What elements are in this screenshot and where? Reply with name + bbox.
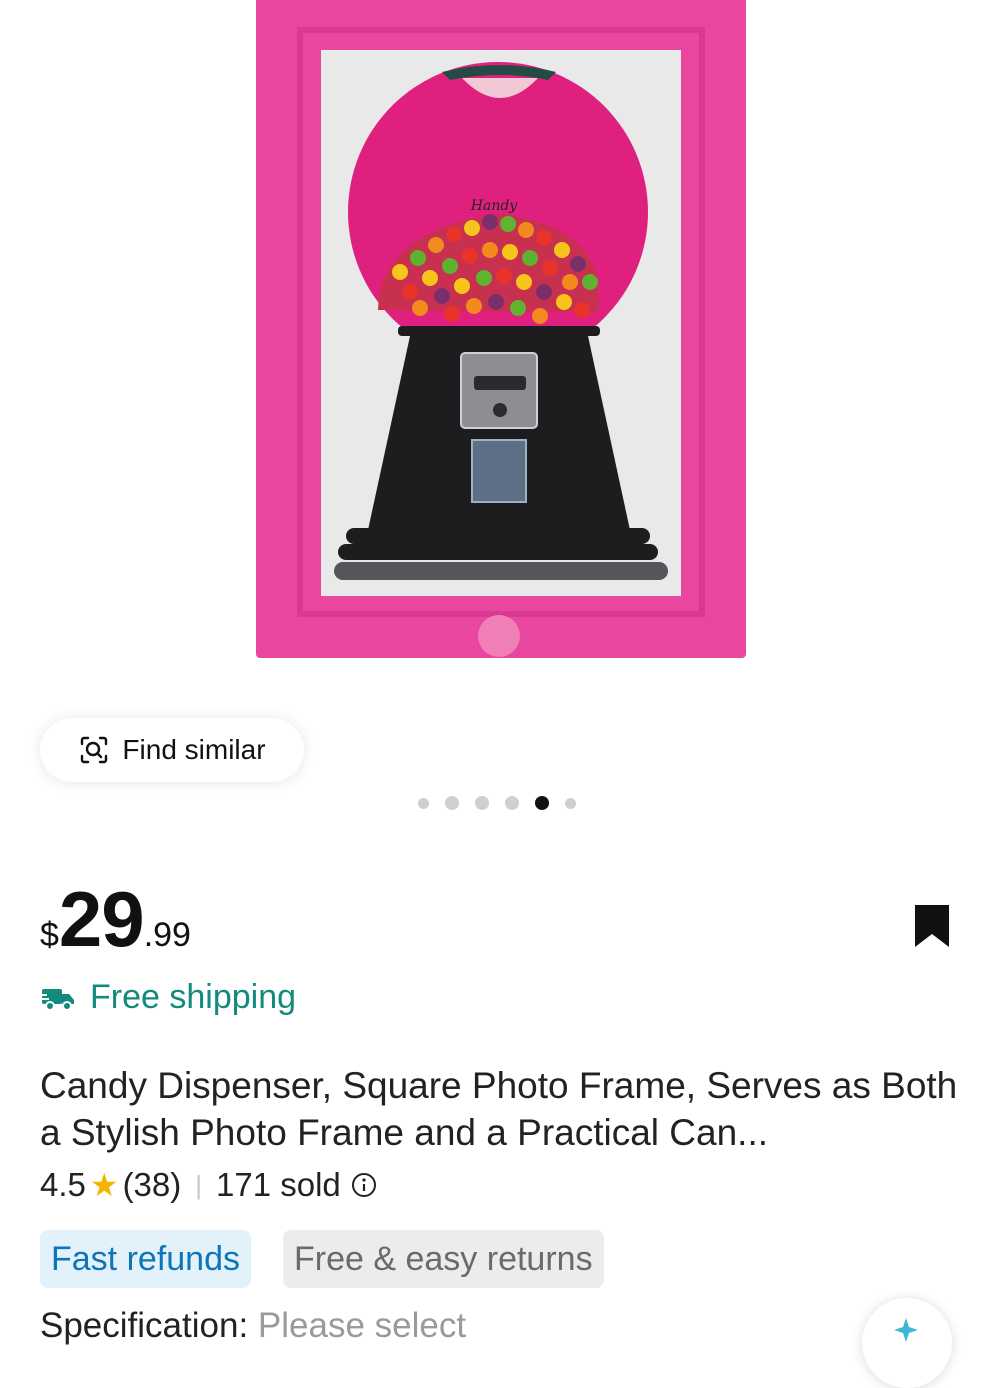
find-similar-label: Find similar xyxy=(122,734,266,765)
price: $ 29 .99 xyxy=(40,880,191,958)
carousel-dot[interactable] xyxy=(475,796,489,810)
free-returns-badge[interactable]: Free & easy returns xyxy=(283,1230,604,1288)
bookmark-icon xyxy=(915,905,949,947)
sold-count: 171 sold xyxy=(216,1166,341,1203)
fast-refunds-badge[interactable]: Fast refunds xyxy=(40,1230,251,1288)
specification-label: Specification: xyxy=(40,1306,249,1345)
free-shipping-label: Free shipping xyxy=(90,978,297,1016)
divider: | xyxy=(195,1169,203,1200)
carousel-dot[interactable] xyxy=(445,796,459,810)
info-icon[interactable] xyxy=(351,1172,377,1198)
carousel-dots xyxy=(418,796,576,810)
find-similar-button[interactable]: Find similar xyxy=(40,718,304,782)
rating-count: (38) xyxy=(122,1166,182,1203)
carousel-dot-active[interactable] xyxy=(535,796,549,810)
star-icon: ★ xyxy=(89,1167,119,1203)
rating-row[interactable]: 4.5 ★ (38) | 171 sold xyxy=(40,1166,377,1204)
carousel-dot[interactable] xyxy=(418,797,429,809)
brand-mark: Handy xyxy=(470,198,519,214)
carousel-dot[interactable] xyxy=(505,796,519,810)
bookmark-button[interactable] xyxy=(912,902,952,950)
scan-search-icon xyxy=(81,736,108,764)
carousel-dot[interactable] xyxy=(565,797,576,809)
sparkle-icon xyxy=(894,1318,918,1342)
candy-dispenser-frame-photo: Handy xyxy=(256,0,746,658)
specification-row[interactable]: Specification: Please select xyxy=(40,1306,466,1346)
price-cents: .99 xyxy=(143,916,191,954)
free-shipping[interactable]: Free shipping xyxy=(40,978,296,1017)
price-whole: 29 xyxy=(58,875,145,963)
delivery-truck-icon xyxy=(40,988,74,1011)
product-title[interactable]: Candy Dispenser, Square Photo Frame, Ser… xyxy=(40,1062,970,1156)
product-image[interactable]: Handy xyxy=(0,0,1000,700)
rating-score: 4.5 xyxy=(40,1166,86,1203)
specification-value: Please select xyxy=(257,1306,467,1345)
ai-assistant-button[interactable] xyxy=(862,1298,952,1388)
price-currency: $ xyxy=(40,916,59,954)
